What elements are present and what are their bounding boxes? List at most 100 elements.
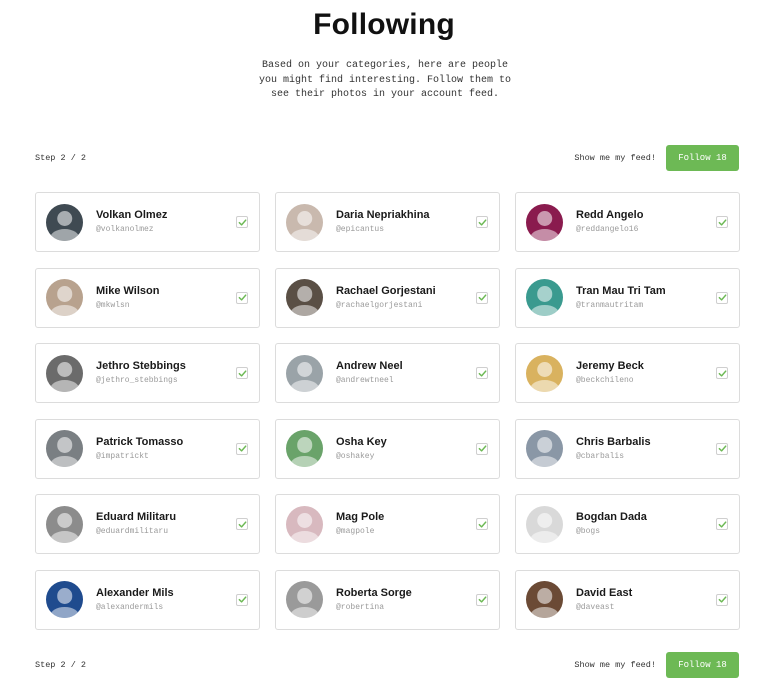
- avatar: [526, 430, 563, 467]
- follow-checkbox[interactable]: [716, 291, 728, 304]
- person-name: Roberta Sorge: [336, 586, 412, 599]
- follow-checkbox[interactable]: [236, 216, 248, 228]
- checkmark-icon: [718, 445, 726, 452]
- person-card[interactable]: Jeremy Beck @beckchileno: [515, 343, 740, 403]
- people-grid: Volkan Olmez @volkanolmez Daria Nepriakhin…: [35, 192, 740, 630]
- person-info: Volkan Olmez @volkanolmez: [96, 208, 167, 236]
- person-info: Jethro Stebbings @jethro_stebbings: [96, 359, 186, 387]
- person-card[interactable]: Bogdan Dada @bogs: [515, 494, 740, 554]
- avatar: [46, 581, 83, 618]
- person-card[interactable]: Jethro Stebbings @jethro_stebbings: [35, 343, 260, 403]
- person-name: Eduard Militaru: [96, 511, 177, 523]
- person-handle: @jethro_stebbings: [96, 376, 178, 385]
- person-card[interactable]: Tran Mau Tri Tam @tranmautritam: [515, 267, 740, 328]
- avatar: [526, 581, 563, 618]
- avatar: [286, 505, 323, 543]
- person-name: Daria Nepriakhina: [336, 209, 430, 221]
- person-card[interactable]: Patrick Tomasso @impatrickt: [35, 418, 260, 479]
- person-handle: @reddangelo16: [576, 225, 639, 234]
- page-title: Following: [313, 8, 455, 41]
- person-info: Rachael Gorjestani @rachaelgorjestani: [336, 284, 436, 312]
- person-handle: @andrewtneel: [336, 376, 394, 385]
- checkmark-icon: [478, 294, 486, 301]
- checkmark-icon: [718, 596, 726, 603]
- checkmark-icon: [238, 218, 246, 226]
- follow-checkbox[interactable]: [476, 593, 488, 606]
- person-info: Mag Pole @magpole: [336, 510, 384, 538]
- person-info: Roberta Sorge @robertina: [336, 586, 412, 614]
- person-handle: @mkwlsn: [96, 300, 130, 310]
- checkmark-icon: [718, 520, 726, 528]
- page-description: Based on your categories, here are peopl…: [258, 60, 512, 100]
- person-card[interactable]: Rachael Gorjestani @rachaelgorjestani: [275, 267, 500, 328]
- person-card[interactable]: Daria Nepriakhina @epicantus: [275, 192, 500, 252]
- person-info: Osha Key @oshakey: [336, 435, 387, 463]
- follow-checkbox[interactable]: [236, 291, 248, 304]
- person-card[interactable]: Mag Pole @magpole: [275, 494, 500, 554]
- person-handle: @impatrickt: [96, 451, 149, 461]
- checkmark-icon: [718, 218, 726, 226]
- person-handle: @rachaelgorjestani: [336, 300, 423, 310]
- person-info: Alexander Mils @alexandermils: [96, 586, 174, 614]
- person-card[interactable]: Mike Wilson @mkwlsn: [35, 267, 260, 328]
- person-name: Redd Angelo: [576, 209, 644, 221]
- person-name: Alexander Mils: [96, 586, 174, 599]
- follow-checkbox[interactable]: [236, 367, 248, 379]
- avatar: [46, 505, 83, 543]
- person-handle: @cbarbalis: [576, 451, 625, 461]
- follow-checkbox[interactable]: [716, 216, 728, 228]
- person-card[interactable]: Eduard Militaru @eduardmilitaru: [35, 494, 260, 554]
- step-indicator: Step 2 / 2: [35, 153, 87, 163]
- person-name: Chris Barbalis: [576, 435, 651, 448]
- checkmark-icon: [238, 520, 246, 528]
- checkmark-icon: [478, 520, 486, 528]
- follow-checkbox[interactable]: [476, 291, 488, 304]
- person-handle: @magpole: [336, 527, 375, 536]
- person-handle: @tranmautritam: [576, 300, 644, 310]
- follow-checkbox[interactable]: [716, 442, 728, 455]
- person-info: Tran Mau Tri Tam @tranmautritam: [576, 284, 666, 312]
- step-bar-bottom: Step 2 / 2 Show me my feed! Follow 18: [35, 652, 739, 678]
- person-card[interactable]: David East @daveast: [515, 569, 740, 630]
- person-card[interactable]: Alexander Mils @alexandermils: [35, 569, 260, 630]
- follow-checkbox[interactable]: [716, 518, 728, 530]
- follow-button[interactable]: Follow 18: [666, 652, 739, 678]
- person-handle: @robertina: [336, 602, 385, 612]
- checkmark-icon: [718, 369, 726, 377]
- person-info: David East @daveast: [576, 586, 632, 614]
- avatar: [286, 430, 323, 467]
- show-feed-link[interactable]: Show me my feed!: [574, 660, 656, 670]
- person-card[interactable]: Roberta Sorge @robertina: [275, 569, 500, 630]
- avatar: [526, 203, 563, 241]
- step-bar-actions: Show me my feed! Follow 18: [574, 652, 739, 678]
- person-info: Andrew Neel @andrewtneel: [336, 359, 403, 387]
- person-card[interactable]: Volkan Olmez @volkanolmez: [35, 192, 260, 252]
- person-name: Tran Mau Tri Tam: [576, 284, 666, 297]
- show-feed-link[interactable]: Show me my feed!: [574, 153, 656, 163]
- person-handle: @eduardmilitaru: [96, 527, 169, 536]
- person-card[interactable]: Andrew Neel @andrewtneel: [275, 343, 500, 403]
- follow-checkbox[interactable]: [476, 442, 488, 455]
- person-info: Patrick Tomasso @impatrickt: [96, 435, 183, 463]
- person-name: Rachael Gorjestani: [336, 284, 436, 297]
- follow-checkbox[interactable]: [476, 518, 488, 530]
- person-card[interactable]: Chris Barbalis @cbarbalis: [515, 418, 740, 479]
- person-card[interactable]: Redd Angelo @reddangelo16: [515, 192, 740, 252]
- follow-checkbox[interactable]: [716, 367, 728, 379]
- follow-checkbox[interactable]: [236, 593, 248, 606]
- person-card[interactable]: Osha Key @oshakey: [275, 418, 500, 479]
- avatar: [286, 279, 323, 316]
- follow-checkbox[interactable]: [236, 442, 248, 455]
- checkmark-icon: [238, 445, 246, 452]
- person-name: Jethro Stebbings: [96, 360, 186, 372]
- follow-checkbox[interactable]: [476, 216, 488, 228]
- follow-checkbox[interactable]: [716, 593, 728, 606]
- checkmark-icon: [478, 369, 486, 377]
- checkmark-icon: [718, 294, 726, 301]
- follow-checkbox[interactable]: [476, 367, 488, 379]
- person-info: Chris Barbalis @cbarbalis: [576, 435, 651, 463]
- avatar: [286, 203, 323, 241]
- follow-checkbox[interactable]: [236, 518, 248, 530]
- person-name: Osha Key: [336, 435, 387, 448]
- follow-button[interactable]: Follow 18: [666, 145, 739, 171]
